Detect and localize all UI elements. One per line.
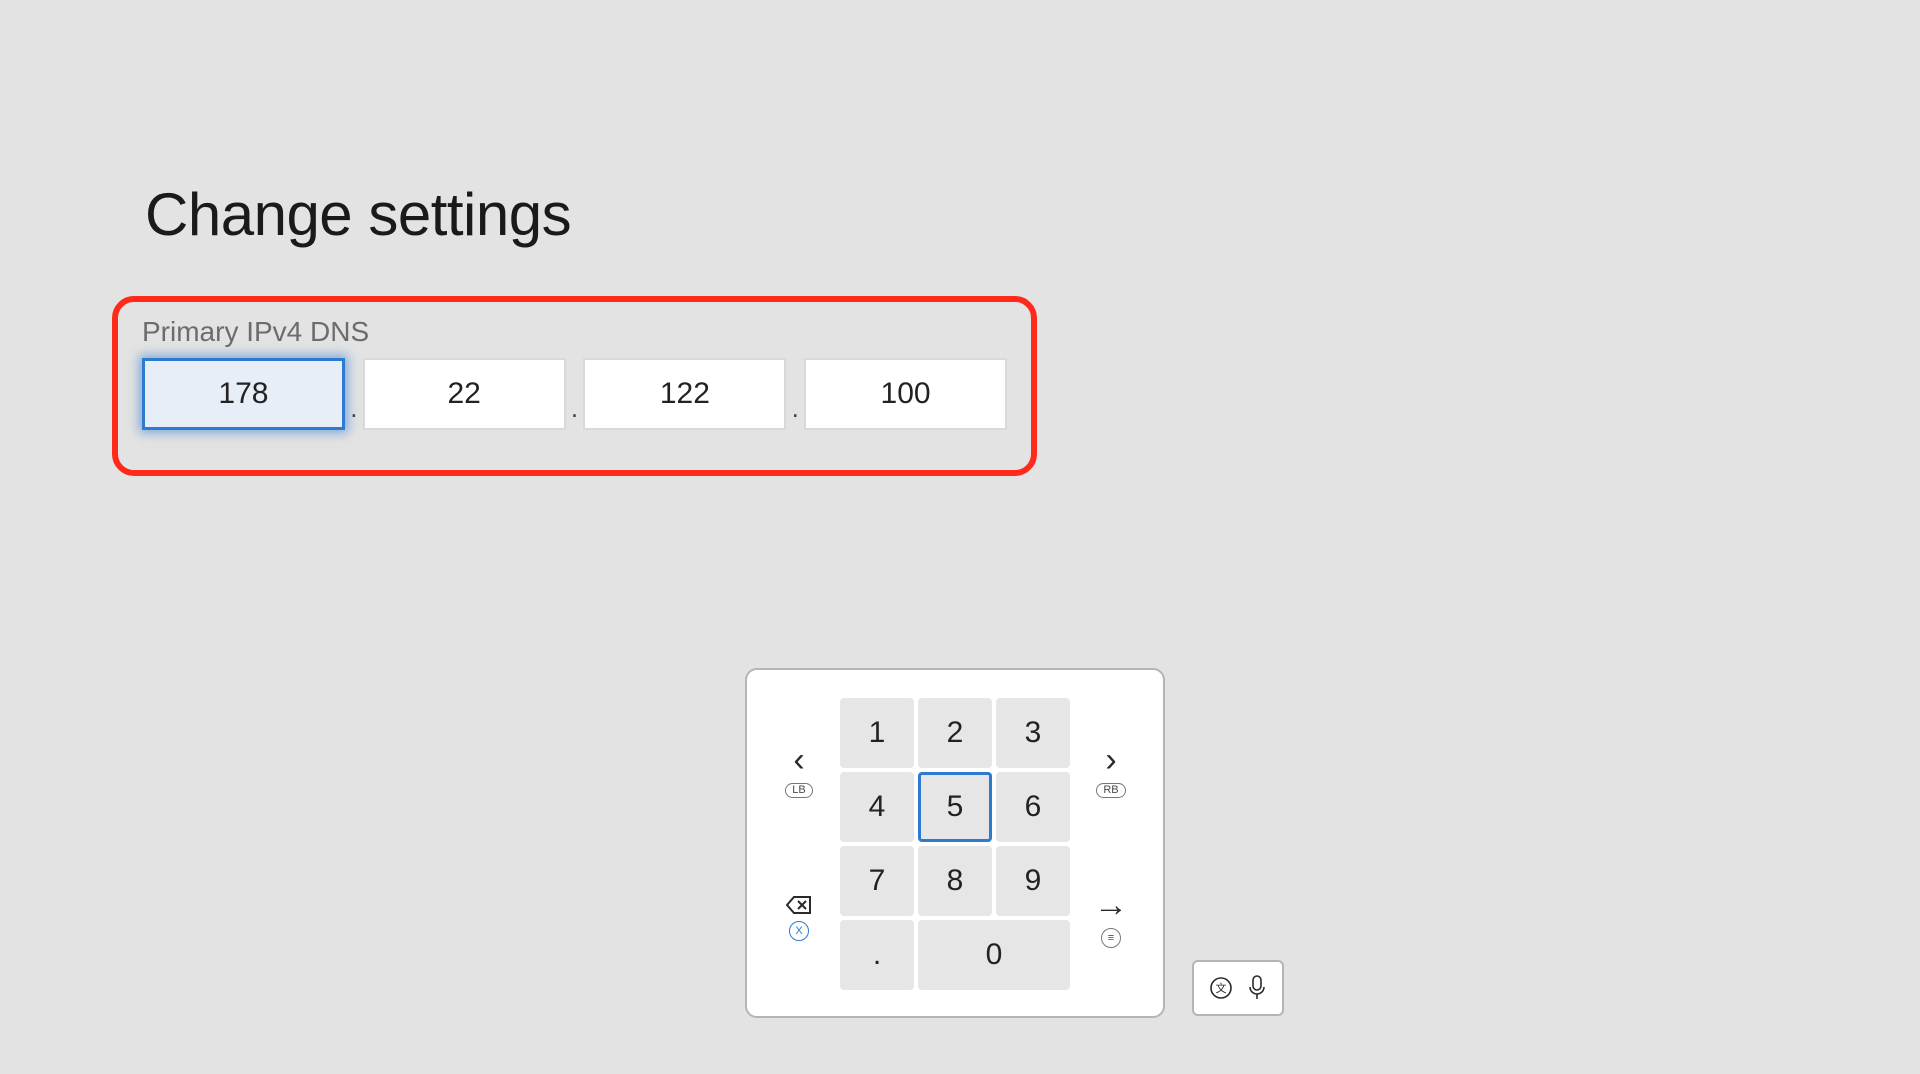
dns-panel: Primary IPv4 DNS 178 . 22 . 122 . 100 (112, 296, 1037, 476)
dns-label: Primary IPv4 DNS (142, 316, 1007, 348)
microphone-icon[interactable] (1247, 975, 1267, 1001)
lb-badge-icon: LB (785, 783, 812, 798)
keypad-dot[interactable]: . (840, 920, 914, 990)
keypad-8[interactable]: 8 (918, 846, 992, 916)
next-field-button[interactable]: › RB (1074, 698, 1148, 842)
svg-text:文: 文 (1215, 981, 1226, 995)
menu-badge-icon: ≡ (1101, 928, 1121, 948)
x-badge-icon: X (789, 921, 809, 941)
keypad-9[interactable]: 9 (996, 846, 1070, 916)
keypad-4[interactable]: 4 (840, 772, 914, 842)
prev-field-button[interactable]: ‹ LB (762, 698, 836, 842)
numeric-keypad: ‹ LB 1 2 3 › RB 4 5 6 X 7 8 9 → ≡ . 0 (745, 668, 1165, 1018)
keypad-3[interactable]: 3 (996, 698, 1070, 768)
backspace-icon (786, 895, 812, 915)
keypad-5[interactable]: 5 (918, 772, 992, 842)
dns-octet-2[interactable]: 22 (363, 358, 566, 430)
dns-octet-4[interactable]: 100 (804, 358, 1007, 430)
language-icon[interactable]: 文 (1209, 976, 1233, 1000)
page-title: Change settings (145, 180, 571, 249)
arrow-right-icon: → (1094, 888, 1128, 922)
dns-fields: 178 . 22 . 122 . 100 (142, 358, 1007, 430)
dns-octet-1[interactable]: 178 (142, 358, 345, 430)
dot-icon: . (786, 393, 804, 430)
rb-badge-icon: RB (1096, 783, 1125, 798)
keypad-2[interactable]: 2 (918, 698, 992, 768)
keypad-0[interactable]: 0 (918, 920, 1070, 990)
dns-octet-3[interactable]: 122 (583, 358, 786, 430)
enter-button[interactable]: → ≡ (1074, 846, 1148, 990)
chevron-right-icon: › (1105, 743, 1116, 777)
dot-icon: . (345, 393, 363, 430)
chevron-left-icon: ‹ (793, 743, 804, 777)
keypad-1[interactable]: 1 (840, 698, 914, 768)
input-toolbar: 文 (1192, 960, 1284, 1016)
keypad-6[interactable]: 6 (996, 772, 1070, 842)
backspace-button[interactable]: X (762, 846, 836, 990)
dot-icon: . (566, 393, 584, 430)
keypad-7[interactable]: 7 (840, 846, 914, 916)
